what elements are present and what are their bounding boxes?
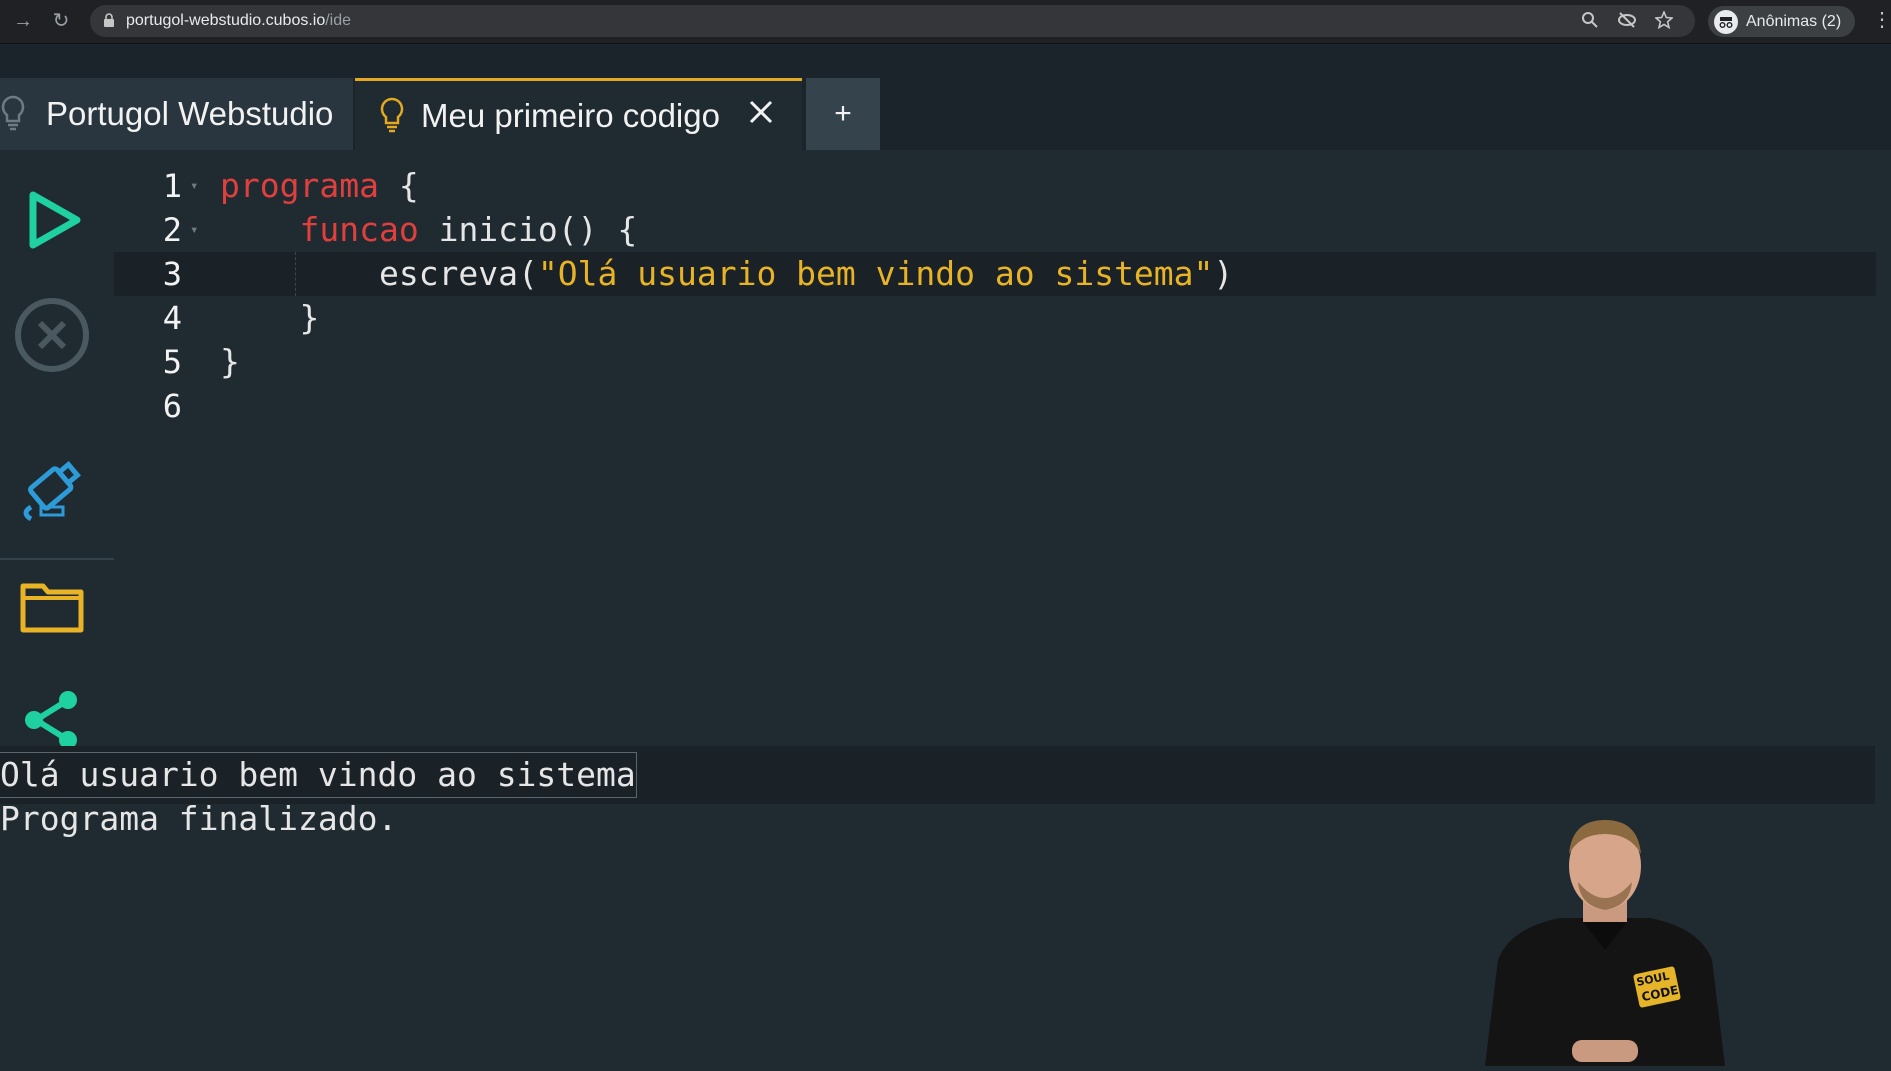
- code-token: }: [220, 342, 240, 381]
- sidebar: [0, 150, 114, 749]
- incognito-icon: [1714, 9, 1738, 34]
- presenter-video: SOUL CODE: [1480, 810, 1730, 1066]
- folder-icon: [20, 583, 84, 633]
- code-token: ): [1213, 254, 1234, 293]
- code-string: "Olá usuario bem vindo ao sistema": [537, 254, 1214, 293]
- code-line[interactable]: 5}: [114, 340, 1876, 384]
- tab-bar: Portugol Webstudio Meu primeiro codigo +: [0, 78, 1891, 150]
- code-text: programa {: [220, 164, 419, 208]
- profile-label: Anônimas (2): [1746, 12, 1842, 30]
- lightbulb-icon: [380, 97, 404, 132]
- reload-icon[interactable]: ↻: [50, 10, 72, 32]
- play-icon: [29, 191, 81, 249]
- tab-portugol-webstudio[interactable]: Portugol Webstudio: [0, 78, 353, 150]
- code-line[interactable]: 3 escreva("Olá usuario bem vindo ao sist…: [114, 252, 1876, 296]
- stop-button[interactable]: [12, 295, 92, 375]
- fold-icon[interactable]: ▾: [190, 164, 198, 208]
- line-number: 3: [162, 255, 182, 293]
- zoom-icon[interactable]: [1581, 11, 1599, 29]
- url-host: portugol-webstudio.cubos.io: [126, 12, 326, 29]
- line-number: 5: [162, 343, 182, 381]
- code-token: inicio() {: [418, 210, 638, 249]
- code-text: }: [220, 340, 240, 384]
- run-button[interactable]: [12, 180, 92, 260]
- code-text: }: [220, 296, 319, 340]
- forward-icon[interactable]: →: [12, 10, 34, 32]
- address-bar-icons: [1581, 11, 1673, 29]
- code-line[interactable]: 4 }: [114, 296, 1876, 340]
- save-device-button[interactable]: [12, 450, 92, 530]
- browser-toolbar: → ↻ portugol-webstudio.cubos.io/ide Anôn…: [0, 0, 1891, 44]
- save-device-icon: [23, 460, 81, 522]
- console-output-line: Olá usuario bem vindo ao sistema: [0, 752, 637, 798]
- url-text: portugol-webstudio.cubos.io/ide: [126, 12, 351, 30]
- code-token: }: [299, 298, 320, 337]
- stop-icon: [15, 298, 89, 372]
- code-text: funcao inicio() {: [220, 208, 637, 252]
- line-number: 1: [162, 167, 182, 205]
- line-number: 2: [162, 211, 182, 249]
- star-icon[interactable]: [1655, 11, 1673, 29]
- new-tab-button[interactable]: +: [806, 78, 880, 150]
- code-keyword: funcao: [299, 210, 419, 249]
- code-line[interactable]: 2 ▾ funcao inicio() {: [114, 208, 1876, 252]
- presenter-image: SOUL CODE: [1485, 820, 1725, 1066]
- code-keyword: programa: [220, 166, 379, 205]
- url-path: /ide: [325, 12, 352, 29]
- code-text: escreva("Olá usuario bem vindo ao sistem…: [220, 252, 1233, 296]
- line-number: 4: [162, 299, 182, 337]
- lock-icon: [104, 13, 114, 27]
- open-folder-button[interactable]: [12, 566, 92, 646]
- close-icon[interactable]: [746, 97, 776, 127]
- tab-label: Meu primeiro codigo: [421, 96, 720, 134]
- lightbulb-icon: [1, 95, 25, 131]
- code-token: escreva(: [378, 254, 538, 293]
- share-icon: [25, 691, 77, 749]
- code-token: {: [378, 166, 419, 205]
- code-line[interactable]: 6: [114, 384, 1876, 428]
- line-number: 6: [162, 387, 182, 425]
- browser-menu-icon[interactable]: ⋮: [1872, 9, 1891, 31]
- sidebar-divider: [0, 558, 114, 560]
- fold-icon[interactable]: ▾: [190, 208, 198, 252]
- tab-label: Portugol Webstudio: [46, 95, 334, 132]
- console-status-line: Programa finalizado.: [0, 799, 398, 838]
- app-header: [0, 44, 1891, 78]
- tab-meu-primeiro-codigo[interactable]: Meu primeiro codigo: [355, 78, 802, 150]
- code-editor[interactable]: 1 ▾ programa {2 ▾ funcao inicio() {3 escrev…: [114, 150, 1876, 746]
- address-bar[interactable]: portugol-webstudio.cubos.io/ide: [90, 5, 1695, 37]
- code-line[interactable]: 1 ▾ programa {: [114, 164, 1876, 208]
- eye-off-icon[interactable]: [1617, 11, 1637, 29]
- profile-button[interactable]: Anônimas (2): [1708, 6, 1856, 37]
